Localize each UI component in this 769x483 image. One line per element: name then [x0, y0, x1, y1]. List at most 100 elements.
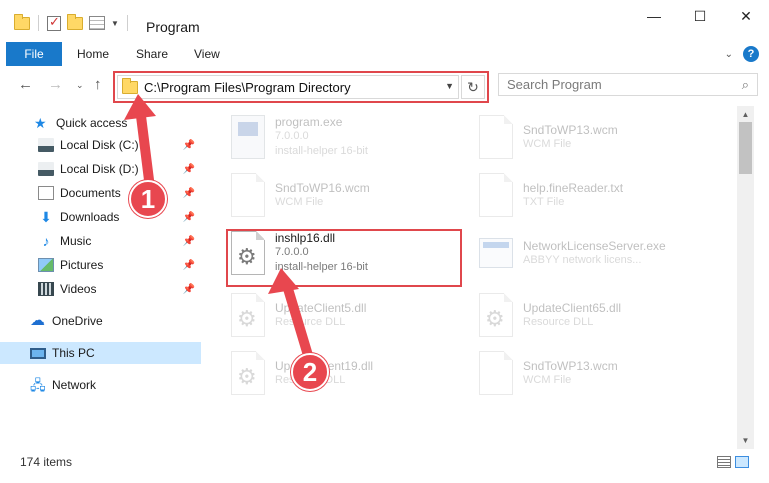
exe-icon	[479, 238, 513, 268]
sidebar-item-network[interactable]: 🖧 Network	[0, 374, 201, 396]
drive-icon	[38, 138, 54, 152]
sidebar-item-label: Pictures	[60, 258, 104, 272]
file-item[interactable]: SndToWP13.wcm WCM File	[473, 112, 723, 162]
maximize-button[interactable]: ☐	[677, 0, 723, 32]
exe-icon	[231, 115, 265, 159]
file-type: WCM File	[523, 373, 572, 386]
file-type: TXT File	[523, 195, 565, 208]
quick-access-toolbar: ▼	[14, 13, 130, 31]
file-name: SndToWP13.wcm	[523, 122, 618, 137]
back-arrow-icon[interactable]: ←	[18, 76, 33, 93]
close-button[interactable]: ✕	[723, 0, 769, 32]
ribbon-tabs: File Home Share View ⌄ ?	[0, 42, 769, 66]
window-controls: — ☐ ✕	[631, 0, 769, 32]
view-options-icon[interactable]	[89, 16, 105, 30]
dll-gear-icon	[479, 293, 513, 337]
forward-arrow-icon[interactable]: →	[48, 76, 63, 93]
sidebar-item-downloads[interactable]: ⬇ Downloads 📌	[0, 206, 201, 228]
properties-check-icon[interactable]	[47, 14, 61, 31]
pin-icon: 📌	[182, 187, 195, 199]
toolbar-divider	[126, 15, 128, 31]
expand-ribbon-chevron-icon[interactable]: ⌄	[725, 49, 733, 60]
tab-view[interactable]: View	[194, 42, 220, 66]
file-item[interactable]: UpdateClient5.dll Resource DLL	[225, 290, 475, 340]
scrollbar-thumb[interactable]	[739, 122, 752, 174]
sidebar-item-local-disk-c[interactable]: Local Disk (C:) 📌	[0, 134, 201, 156]
sidebar-item-label: Quick access	[56, 116, 128, 130]
address-field[interactable]: C:\Program Files\Program Directory	[117, 75, 459, 99]
sidebar-item-music[interactable]: ♪ Music 📌	[0, 230, 201, 252]
sidebar-item-videos[interactable]: Videos 📌	[0, 278, 201, 300]
file-type: WCM File	[523, 137, 572, 150]
step-1-badge: 1	[129, 180, 167, 218]
sidebar-item-this-pc[interactable]: This PC	[0, 342, 201, 364]
tab-file[interactable]: File	[6, 42, 62, 66]
vertical-scrollbar[interactable]: ▲ ▼	[737, 106, 754, 449]
document-icon	[479, 351, 513, 395]
address-bar[interactable]: C:\Program Files\Program Directory ▼ ↻	[113, 71, 489, 103]
file-name: UpdateClient5.dll	[275, 300, 367, 315]
file-item[interactable]: UpdateClient19.dll Resource DLL	[225, 348, 475, 398]
navigation-pane: ★ Quick access Local Disk (C:) 📌 Local D…	[0, 106, 201, 449]
file-text: help.fineReader.txt TXT File	[523, 170, 623, 220]
dll-gear-icon	[231, 293, 265, 337]
address-history-chevron-icon[interactable]: ▼	[445, 81, 454, 91]
up-arrow-icon[interactable]: ↑	[94, 76, 102, 93]
sidebar-item-label: Documents	[60, 186, 121, 200]
network-icon: 🖧	[30, 377, 46, 393]
file-text: UpdateClient5.dll Resource DLL	[275, 290, 366, 340]
file-item[interactable]: help.fineReader.txt TXT File	[473, 170, 723, 220]
tiles-view-icon[interactable]	[735, 456, 749, 468]
ribbon-right-controls: ⌄ ?	[725, 46, 759, 62]
file-item[interactable]: NetworkLicenseServer.exe ABBYY network l…	[473, 228, 723, 278]
search-placeholder: Search Program	[507, 77, 602, 92]
documents-icon	[38, 186, 54, 200]
file-name: NetworkLicenseServer.exe	[523, 238, 666, 253]
customize-toolbar-chevron-icon[interactable]: ▼	[111, 19, 119, 28]
music-icon: ♪	[42, 233, 50, 249]
search-input[interactable]: Search Program ⌕	[498, 73, 758, 96]
dll-gear-icon	[231, 351, 265, 395]
file-name: SndToWP13.wcm	[523, 358, 618, 373]
address-path[interactable]: C:\Program Files\Program Directory	[144, 80, 351, 95]
file-type: Resource DLL	[275, 315, 346, 328]
recent-locations-chevron-icon[interactable]: ⌄	[76, 80, 84, 91]
folder-icon	[14, 13, 30, 30]
sidebar-item-quick-access[interactable]: ★ Quick access	[0, 112, 201, 134]
file-description: install-helper 16-bit	[275, 145, 368, 157]
file-name: SndToWP16.wcm	[275, 180, 370, 195]
help-icon[interactable]: ?	[743, 46, 759, 62]
scroll-down-arrow-icon[interactable]: ▼	[737, 432, 754, 449]
minimize-button[interactable]: —	[631, 0, 677, 32]
address-row: ← → ⌄ ↑ C:\Program Files\Program Directo…	[0, 66, 769, 106]
window-title: Program	[146, 19, 200, 35]
pin-icon: 📌	[182, 163, 195, 175]
new-folder-icon[interactable]	[67, 13, 83, 30]
sidebar-item-documents[interactable]: Documents 📌	[0, 182, 201, 204]
sidebar-item-pictures[interactable]: Pictures 📌	[0, 254, 201, 276]
refresh-icon[interactable]: ↻	[461, 75, 485, 99]
scroll-up-arrow-icon[interactable]: ▲	[737, 106, 754, 123]
sidebar-item-label: OneDrive	[52, 314, 103, 328]
pin-icon: 📌	[182, 283, 195, 295]
file-text: SndToWP16.wcm WCM File	[275, 170, 370, 220]
tab-home[interactable]: Home	[77, 42, 109, 66]
file-item[interactable]: SndToWP16.wcm WCM File	[225, 170, 475, 220]
sidebar-item-local-disk-d[interactable]: Local Disk (D:) 📌	[0, 158, 201, 180]
file-name: UpdateClient65.dll	[523, 300, 622, 315]
tab-share[interactable]: Share	[136, 42, 168, 66]
file-item[interactable]: program.exe 7.0.0.0 install-helper 16-bi…	[225, 112, 475, 162]
pin-icon: 📌	[182, 139, 195, 151]
file-item[interactable]: SndToWP13.wcm WCM File	[473, 348, 723, 398]
file-type: Resource DLL	[523, 315, 594, 328]
file-name: help.fineReader.txt	[523, 180, 624, 195]
pin-icon: 📌	[182, 235, 195, 247]
sidebar-item-onedrive[interactable]: ☁ OneDrive	[0, 310, 201, 332]
details-view-icon[interactable]	[717, 456, 731, 468]
sidebar-item-label: Local Disk (C:)	[60, 138, 139, 152]
sidebar-item-label: Network	[52, 378, 97, 392]
toolbar-divider	[38, 15, 39, 31]
title-bar: ▼ Program — ☐ ✕	[0, 0, 769, 42]
step-2-badge: 2	[291, 353, 329, 391]
file-item[interactable]: UpdateClient65.dll Resource DLL	[473, 290, 723, 340]
